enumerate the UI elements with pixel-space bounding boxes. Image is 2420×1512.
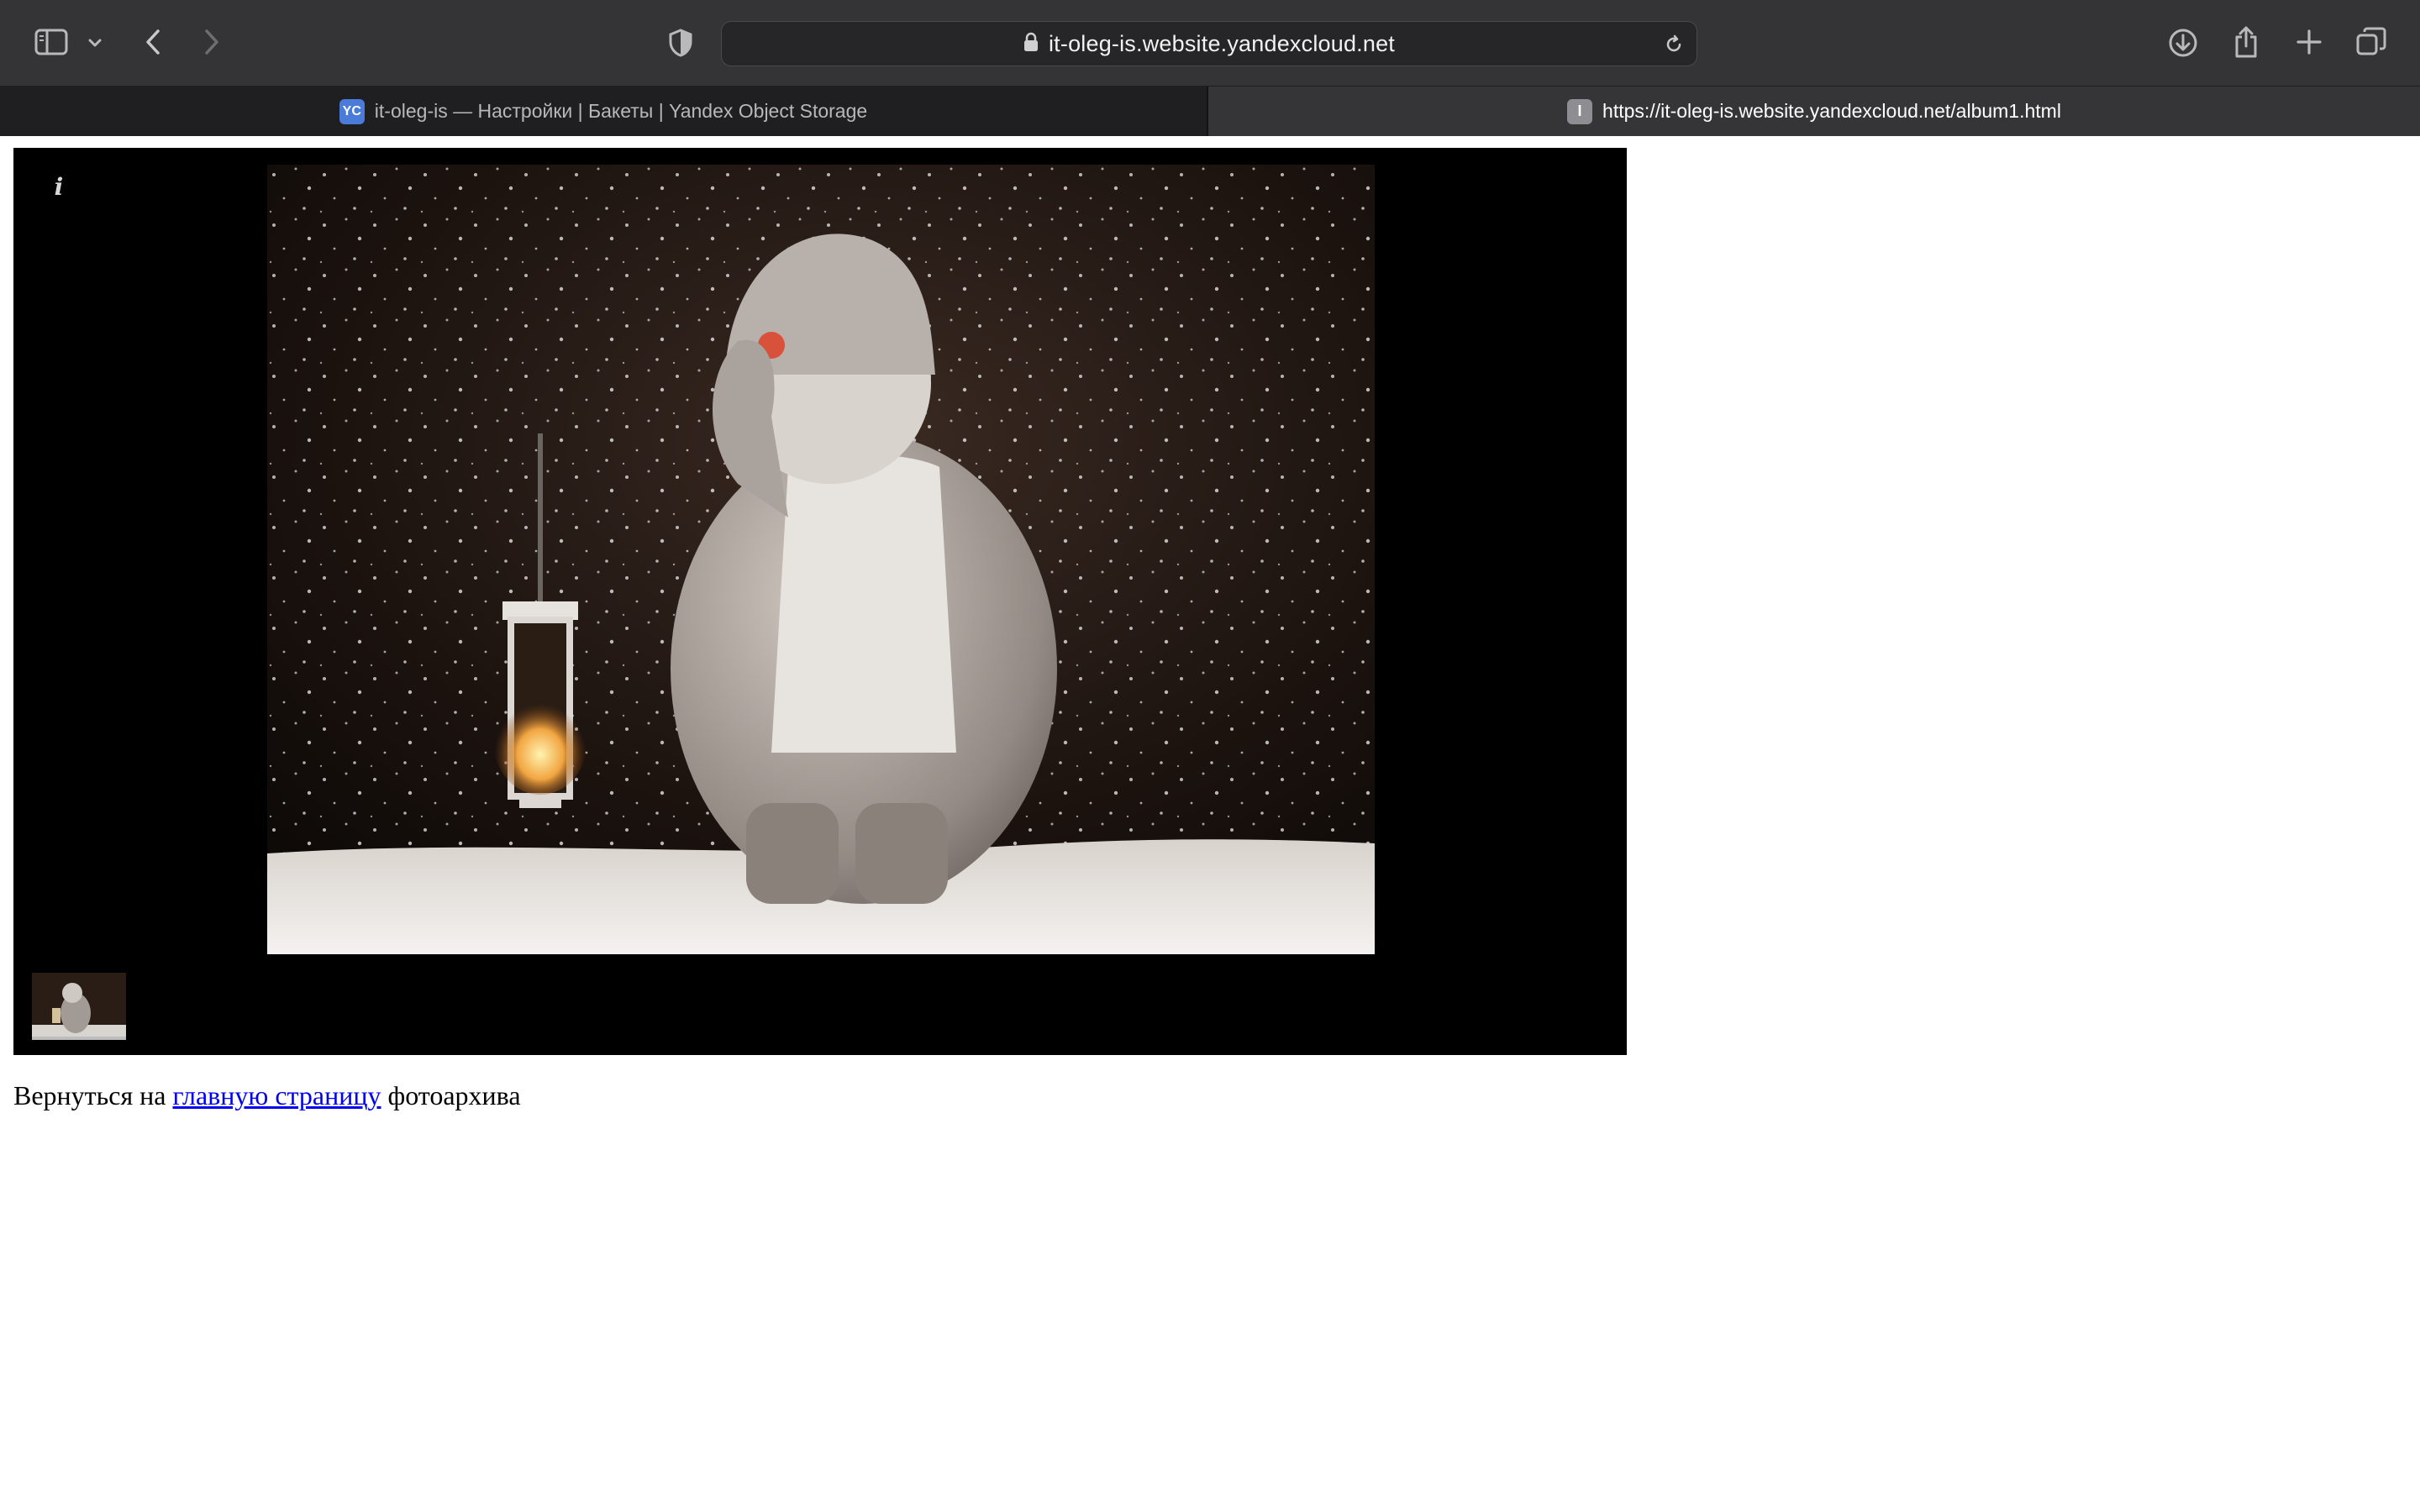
tabs-overview-icon[interactable] — [2354, 25, 2388, 59]
download-icon[interactable] — [2166, 26, 2200, 60]
footer-prefix: Вернуться на — [13, 1080, 166, 1110]
back-arrow-icon[interactable] — [139, 25, 166, 59]
tab-album1[interactable]: I https://it-oleg-is.website.yandexcloud… — [1208, 87, 2420, 136]
reload-icon[interactable] — [1663, 34, 1685, 55]
shield-icon[interactable] — [666, 27, 696, 59]
snowman-photo — [267, 165, 1375, 954]
footer-suffix: фотоархива — [387, 1080, 521, 1110]
address-bar[interactable]: it-oleg-is.website.yandexcloud.net — [721, 21, 1697, 66]
plus-icon[interactable] — [2294, 27, 2324, 57]
thumbnail-image — [32, 973, 126, 1037]
photo-thumbnail[interactable] — [32, 973, 126, 1040]
main-photo[interactable] — [267, 165, 1375, 954]
tab-label: it-oleg-is — Настройки | Бакеты | Yandex… — [374, 100, 868, 122]
page-content: i Вернуться на главную страницу фотоархи… — [0, 136, 2420, 1512]
tab-bar: YC it-oleg-is — Настройки | Бакеты | Yan… — [0, 86, 2420, 136]
info-button[interactable]: i — [45, 173, 72, 201]
tab-label: https://it-oleg-is.website.yandexcloud.n… — [1602, 100, 2061, 122]
yandex-cloud-favicon-icon: YC — [339, 98, 365, 124]
forward-arrow-icon[interactable] — [198, 25, 225, 59]
url-text: it-oleg-is.website.yandexcloud.net — [1048, 30, 1396, 56]
back-to-home-line: Вернуться на главную страницу фотоархива — [13, 1080, 521, 1111]
tab-yandex-object-storage[interactable]: YC it-oleg-is — Настройки | Бакеты | Yan… — [0, 87, 1208, 136]
lock-icon — [1023, 32, 1039, 56]
site-favicon-icon: I — [1567, 98, 1593, 124]
home-page-link[interactable]: главную страницу — [173, 1080, 381, 1110]
share-icon[interactable] — [2230, 24, 2262, 60]
browser-toolbar: it-oleg-is.website.yandexcloud.net — [0, 0, 2420, 86]
photo-gallery: i — [13, 148, 1627, 1055]
sidebar-icon[interactable] — [34, 27, 69, 57]
chevron-down-icon[interactable] — [84, 32, 106, 54]
